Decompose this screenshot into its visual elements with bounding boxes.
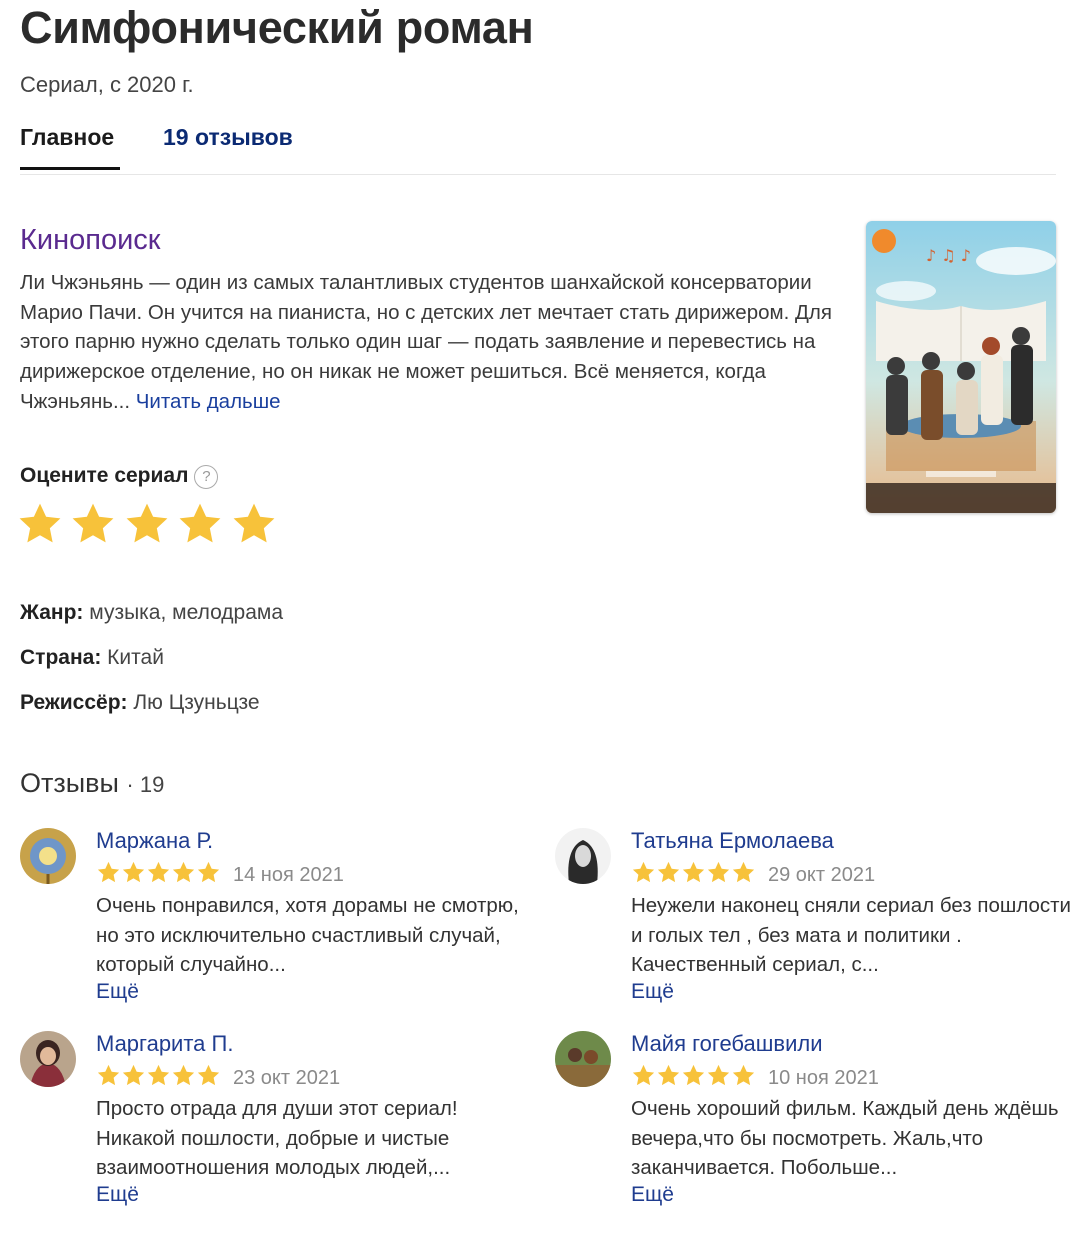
reviews-count: · 19 [126, 772, 165, 797]
review-card: Татьяна Ермолаева 29 окт 2021 Неужели на… [555, 828, 1071, 1018]
star-icon [681, 860, 706, 885]
star-icon [631, 860, 656, 885]
question-circle-icon[interactable]: ? [194, 465, 219, 489]
review-body: Маржана Р. 14 ноя 2021 Очень понравился,… [96, 828, 536, 1004]
star-icon [121, 1063, 146, 1088]
star-icon [196, 1063, 221, 1088]
poster-image[interactable]: ♪ ♫ ♪ [866, 221, 1056, 513]
star-icon [96, 1063, 121, 1088]
star-icon [656, 860, 681, 885]
review-meta: 23 окт 2021 [96, 1063, 536, 1089]
star-icon [656, 1063, 681, 1088]
page-title: Симфонический роман [20, 2, 534, 53]
review-date: 29 окт 2021 [768, 864, 876, 886]
review-author[interactable]: Маржана Р. [96, 828, 536, 854]
review-more-link[interactable]: Ещё [96, 1183, 536, 1207]
review-more-link[interactable]: Ещё [96, 980, 536, 1004]
avatar[interactable] [20, 1031, 76, 1087]
review-card: Майя гогебашвили 10 ноя 2021 Очень хорош… [555, 1031, 1059, 1221]
reviews-heading: Отзывы · 19 [20, 768, 164, 799]
tab-main[interactable]: Главное [20, 124, 120, 170]
poster-artwork: ♪ ♫ ♪ [866, 221, 1056, 513]
review-text: Очень понравился, хотя дорамы не смотрю,… [96, 894, 519, 976]
review-date: 10 ноя 2021 [768, 1067, 879, 1089]
summary-source: Кинопоиск [20, 224, 161, 256]
star-1-icon[interactable] [16, 500, 64, 548]
rating-label: Оцените сериал [20, 464, 189, 487]
summary-text: Ли Чжэньянь — один из самых талантливых … [20, 268, 840, 417]
avatar[interactable] [20, 828, 76, 884]
genre-value: музыка, мелодрама [89, 601, 284, 624]
star-5-icon[interactable] [230, 500, 278, 548]
review-card: Маржана Р. 14 ноя 2021 Очень понравился,… [20, 828, 519, 1018]
reviews-title: Отзывы [20, 768, 119, 798]
review-meta: 10 ноя 2021 [631, 1063, 1071, 1089]
star-icon [631, 1063, 656, 1088]
star-icon [731, 860, 756, 885]
rating-stars [16, 500, 279, 553]
review-text: Неужели наконец сняли сериал без пошлост… [631, 894, 1072, 976]
review-author[interactable]: Майя гогебашвили [631, 1031, 1071, 1057]
country-row: Страна: Китай [20, 646, 164, 670]
star-icon [171, 1063, 196, 1088]
tab-bar: Главное 19 отзывов [20, 124, 1056, 175]
star-icon [731, 1063, 756, 1088]
star-icon [706, 860, 731, 885]
avatar[interactable] [555, 1031, 611, 1087]
genre-label: Жанр: [20, 601, 84, 624]
read-more-link[interactable]: Читать дальше [136, 390, 281, 413]
rating-prompt: Оцените сериал? [20, 464, 219, 489]
tab-reviews[interactable]: 19 отзывов [163, 124, 293, 167]
avatar[interactable] [555, 828, 611, 884]
genre-row: Жанр: музыка, мелодрама [20, 601, 283, 625]
review-date: 23 окт 2021 [233, 1067, 341, 1089]
avatar-image [555, 828, 611, 884]
star-icon [706, 1063, 731, 1088]
review-more-link[interactable]: Ещё [631, 980, 1071, 1004]
review-body: Татьяна Ермолаева 29 окт 2021 Неужели на… [631, 828, 1071, 1004]
star-icon [96, 860, 121, 885]
review-more-link[interactable]: Ещё [631, 1183, 1071, 1207]
country-value: Китай [107, 646, 164, 669]
page: Симфонический роман Сериал, с 2020 г. Гл… [20, 0, 1071, 1241]
review-author[interactable]: Маргарита П. [96, 1031, 536, 1057]
director-row: Режиссёр: Лю Цзуньцзе [20, 691, 260, 715]
country-label: Страна: [20, 646, 102, 669]
review-text: Очень хороший фильм. Каждый день ждёшь в… [631, 1097, 1059, 1179]
avatar-image [555, 1031, 611, 1087]
star-2-icon[interactable] [69, 500, 117, 548]
svg-text:♪ ♫ ♪: ♪ ♫ ♪ [926, 246, 971, 265]
review-body: Майя гогебашвили 10 ноя 2021 Очень хорош… [631, 1031, 1071, 1207]
avatar-image [20, 1031, 76, 1087]
star-icon [171, 860, 196, 885]
star-icon [196, 860, 221, 885]
review-date: 14 ноя 2021 [233, 864, 344, 886]
page-subtitle: Сериал, с 2020 г. [20, 72, 194, 97]
director-label: Режиссёр: [20, 691, 128, 714]
star-icon [681, 1063, 706, 1088]
star-icon [121, 860, 146, 885]
avatar-image [20, 828, 76, 884]
star-4-icon[interactable] [176, 500, 224, 548]
star-icon [146, 1063, 171, 1088]
review-body: Маргарита П. 23 окт 2021 Просто отрада д… [96, 1031, 536, 1207]
star-icon [146, 860, 171, 885]
review-meta: 14 ноя 2021 [96, 860, 536, 886]
star-3-icon[interactable] [123, 500, 171, 548]
review-text: Просто отрада для души этот сериал! Ника… [96, 1097, 458, 1179]
review-card: Маргарита П. 23 окт 2021 Просто отрада д… [20, 1031, 490, 1221]
review-meta: 29 окт 2021 [631, 860, 1071, 886]
director-value: Лю Цзуньцзе [133, 691, 260, 714]
review-author[interactable]: Татьяна Ермолаева [631, 828, 1071, 854]
